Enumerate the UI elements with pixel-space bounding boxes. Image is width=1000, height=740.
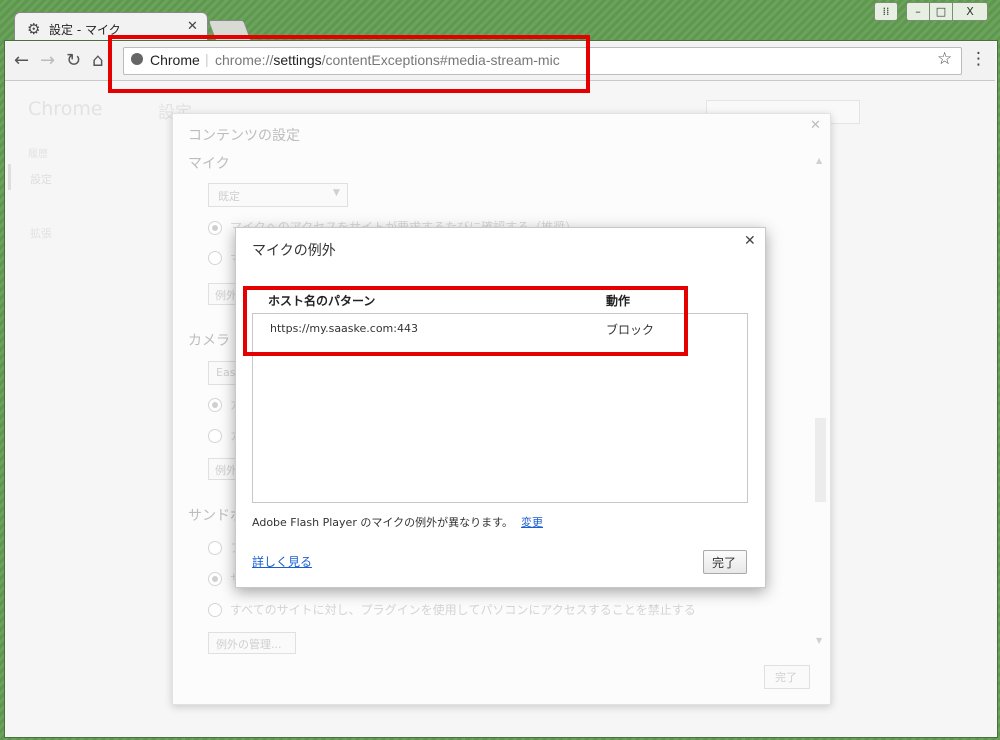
mic-manage-exceptions-label: 例外 <box>215 289 237 302</box>
window-pin-icon[interactable]: ⁞⁞ <box>874 2 898 21</box>
sandbox-radio-2[interactable] <box>208 572 222 586</box>
maximize-button[interactable]: □ <box>929 2 953 21</box>
mic-radio-ask[interactable] <box>208 221 222 235</box>
flash-change-link[interactable]: 変更 <box>521 514 543 530</box>
gear-icon: ⚙ <box>27 20 41 38</box>
content-settings-title: コンテンツの設定 <box>188 128 300 144</box>
sandbox-manage-exceptions-label: 例外の管理... <box>216 638 282 651</box>
camera-device-value: Eas <box>216 366 236 379</box>
camera-radio-block[interactable] <box>208 429 222 443</box>
exception-highlight-box <box>243 286 688 356</box>
sandbox-radio-deny-label: すべてのサイトに対し、プラグインを使用してパソコンにアクセスすることを禁止する <box>230 603 696 617</box>
scroll-down-icon[interactable]: ▼ <box>816 636 822 645</box>
camera-heading: カメラ <box>188 333 230 349</box>
chevron-down-icon: ▼ <box>333 188 340 198</box>
reload-icon[interactable]: ↻ <box>66 50 81 71</box>
address-highlight-box <box>108 35 590 93</box>
sidebar-item-extensions[interactable]: 拡張 <box>30 225 52 241</box>
mic-radio-block[interactable] <box>208 251 222 265</box>
flash-note: Adobe Flash Player のマイクの例外が異なります。 <box>252 516 514 529</box>
sidebar-item-history[interactable]: 履歴 <box>28 145 48 160</box>
sandbox-radio-deny[interactable] <box>208 603 222 617</box>
tab-close-icon[interactable]: ✕ <box>187 19 198 34</box>
forward-arrow-icon[interactable]: → <box>40 50 55 71</box>
bookmark-star-icon[interactable]: ☆ <box>937 49 952 69</box>
home-icon[interactable]: ⌂ <box>92 50 103 71</box>
content-settings-done-label: 完了 <box>775 671 797 684</box>
learn-more-link[interactable]: 詳しく見る <box>252 553 312 570</box>
mic-device-value: 既定 <box>218 190 240 203</box>
camera-radio-ask[interactable] <box>208 398 222 412</box>
mic-done-label: 完了 <box>712 556 737 570</box>
sidebar-item-settings[interactable]: 設定 <box>30 171 52 187</box>
minimize-button[interactable]: – <box>906 2 930 21</box>
scroll-up-icon[interactable]: ▲ <box>816 156 822 165</box>
scrollbar-thumb[interactable] <box>815 418 826 502</box>
mic-heading: マイク <box>188 156 230 172</box>
mic-exceptions-title: マイクの例外 <box>252 243 336 259</box>
sandbox-radio-1[interactable] <box>208 541 222 555</box>
content-settings-close-icon[interactable]: ✕ <box>810 118 821 133</box>
close-window-button[interactable]: X <box>952 2 988 21</box>
camera-manage-exceptions-label: 例外 <box>215 464 237 477</box>
sidebar-title: Chrome <box>28 98 103 120</box>
more-menu-icon[interactable]: ⋮ <box>970 49 987 69</box>
close-icon[interactable]: ✕ <box>744 233 756 249</box>
back-arrow-icon[interactable]: ← <box>14 50 29 71</box>
sidebar-selection-bar <box>8 164 11 190</box>
